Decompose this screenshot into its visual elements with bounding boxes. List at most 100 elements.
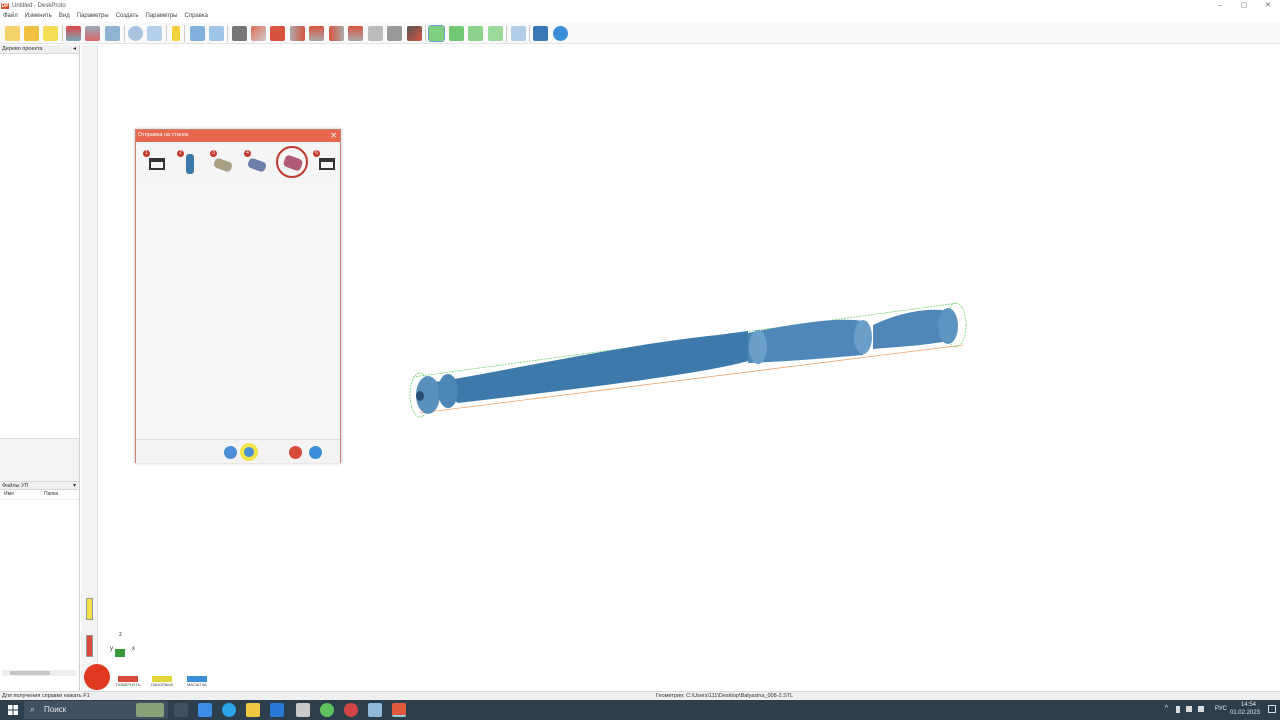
help-icon[interactable] <box>553 26 568 41</box>
view-right-icon[interactable] <box>329 26 344 41</box>
axis-z-label: z <box>119 632 122 638</box>
app-blue-icon[interactable] <box>368 703 382 717</box>
network-icon[interactable] <box>1186 706 1192 712</box>
menu-file[interactable]: Файл <box>3 13 18 19</box>
task-view-icon[interactable] <box>174 703 188 717</box>
pan-view-button[interactable]: ПАНОРАМА <box>150 676 174 687</box>
send-icon <box>319 158 335 170</box>
step-number: 2 <box>177 150 184 157</box>
files-list[interactable] <box>0 499 79 679</box>
export-icon[interactable] <box>105 26 120 41</box>
toolpath-step[interactable]: 4 <box>242 148 268 178</box>
level-indicator-yellow[interactable] <box>86 598 93 620</box>
power-icon[interactable] <box>84 664 110 690</box>
files-label: Файлы УП <box>2 483 29 489</box>
view-left-icon[interactable] <box>309 26 324 41</box>
app-green-icon[interactable] <box>320 703 334 717</box>
toolbar-separator <box>124 25 125 42</box>
help-button[interactable] <box>309 446 322 459</box>
menu-create[interactable]: Создать <box>116 13 139 19</box>
windows-taskbar: ⌕ Поиск РУС 14:54 01.02.2023 ^ <box>0 700 1280 720</box>
menu-params[interactable]: Параметры <box>77 13 109 19</box>
scrollbar-thumb[interactable] <box>10 671 50 675</box>
part-icon <box>186 154 194 174</box>
machine-step[interactable]: 1 <box>141 148 167 178</box>
zoom-icon[interactable] <box>468 26 483 41</box>
menu-view[interactable]: Вид <box>59 13 70 19</box>
send-step[interactable]: 6 <box>311 148 337 178</box>
clock-time[interactable]: 14:54 <box>1241 702 1256 708</box>
menu-edit[interactable]: Изменить <box>25 13 52 19</box>
rotate-icon[interactable] <box>428 25 445 42</box>
deskproto-taskbar-icon[interactable] <box>392 703 406 717</box>
pin-icon[interactable]: ◂ <box>73 45 76 54</box>
toolbar-separator <box>62 25 63 42</box>
camera-icon[interactable] <box>232 26 247 41</box>
project-tree[interactable] <box>0 54 79 439</box>
level-indicator-red[interactable] <box>86 635 93 657</box>
baluster-ring-b <box>854 320 872 354</box>
mail-icon[interactable] <box>270 703 284 717</box>
toolbar-separator <box>227 25 228 42</box>
menu-help[interactable]: Справка <box>184 13 208 19</box>
zoom-all-icon[interactable] <box>511 26 526 41</box>
search-icon: ⌕ <box>30 704 36 714</box>
tray-chevron-icon[interactable]: ^ <box>1165 705 1168 712</box>
taskbar-search[interactable]: ⌕ Поиск <box>24 701 168 719</box>
volume-icon[interactable] <box>1198 706 1204 712</box>
file-explorer-icon[interactable] <box>246 703 260 717</box>
dialog-titlebar: Отправка на станок ✕ <box>136 130 340 142</box>
inspect-icon[interactable] <box>147 26 162 41</box>
window-icon[interactable] <box>209 26 224 41</box>
save-file-icon[interactable] <box>43 26 58 41</box>
new-file-icon[interactable] <box>5 26 20 41</box>
zoom-window-icon[interactable] <box>488 26 503 41</box>
maximize-button[interactable]: ▢ <box>1234 0 1254 11</box>
view-box-icon[interactable] <box>387 26 402 41</box>
minimize-button[interactable]: – <box>1210 0 1230 11</box>
view-front-icon[interactable] <box>270 26 285 41</box>
store-icon[interactable] <box>296 703 310 717</box>
import-icon[interactable] <box>66 26 81 41</box>
column-name[interactable]: Имя <box>0 490 40 499</box>
print-icon[interactable] <box>407 26 422 41</box>
column-folder[interactable]: Папка <box>40 490 58 499</box>
part-icon[interactable] <box>533 26 548 41</box>
edge-icon[interactable] <box>222 703 236 717</box>
view-bottom-icon[interactable] <box>368 26 383 41</box>
language-indicator[interactable]: РУС <box>1215 706 1227 712</box>
notification-icon[interactable] <box>1268 705 1276 713</box>
microphone-icon[interactable] <box>1176 706 1180 713</box>
cloud-icon[interactable] <box>128 26 143 41</box>
yandex-icon[interactable] <box>344 703 358 717</box>
view-iso-icon[interactable] <box>251 26 266 41</box>
view-back-icon[interactable] <box>290 26 305 41</box>
windows-start-icon[interactable] <box>8 705 18 715</box>
pan-view-label: ПАНОРАМА <box>150 682 174 687</box>
cancel-button[interactable] <box>289 446 302 459</box>
app-logo: DP <box>1 2 9 9</box>
view-top-icon[interactable] <box>348 26 363 41</box>
next-button[interactable] <box>240 443 258 461</box>
tile-icon[interactable] <box>190 26 205 41</box>
simulate-step[interactable]: 5 <box>276 146 308 178</box>
horizontal-scrollbar[interactable] <box>2 670 76 676</box>
tool-icon[interactable] <box>85 26 100 41</box>
open-file-icon[interactable] <box>24 26 39 41</box>
axis-x-label: x <box>132 646 135 652</box>
side-strip <box>81 45 98 692</box>
zoom-view-button[interactable]: МАСШТАБ <box>185 676 209 687</box>
rotate-view-button[interactable]: ПОВЕРНУТЬ <box>116 676 141 687</box>
close-icon[interactable]: ✕ <box>330 131 337 141</box>
back-button[interactable] <box>224 446 237 459</box>
stock-step[interactable]: 3 <box>208 148 234 178</box>
info-icon[interactable] <box>172 26 180 41</box>
pan-icon[interactable] <box>449 26 464 41</box>
clock-date[interactable]: 01.02.2023 <box>1230 710 1260 716</box>
chevron-down-icon[interactable]: ▾ <box>73 482 76 490</box>
part-step[interactable]: 2 <box>175 148 201 178</box>
close-button[interactable]: ✕ <box>1258 0 1278 11</box>
calendar-app-icon[interactable] <box>198 703 212 717</box>
baluster-ring-a <box>749 330 767 364</box>
menu-params-2[interactable]: Параметры <box>146 13 178 19</box>
